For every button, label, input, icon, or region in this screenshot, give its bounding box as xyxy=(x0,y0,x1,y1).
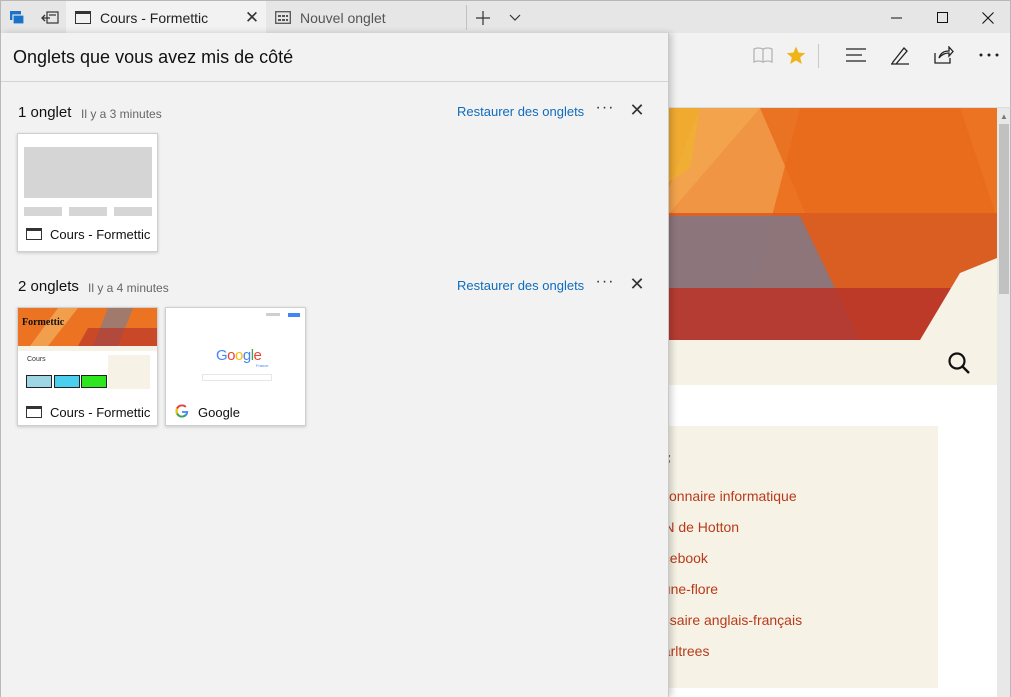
thumbnail-placeholder xyxy=(24,147,152,198)
thumbnail-placeholder xyxy=(114,207,152,216)
tab-card-title: Google xyxy=(198,404,240,420)
thumbnail-sidebar xyxy=(108,355,150,389)
tab-card-title: Cours - Formettic xyxy=(50,226,151,242)
set-aside-tabs-icon[interactable] xyxy=(33,1,66,34)
minimize-icon[interactable] xyxy=(873,1,919,34)
tabs-set-aside-panel: Onglets que vous avez mis de côté 1 ongl… xyxy=(0,33,669,697)
tab-divider xyxy=(466,5,467,30)
share-icon[interactable] xyxy=(922,33,966,77)
tab-card[interactable]: Formettic Cours Cours - Formettic xyxy=(17,307,158,426)
tab-preview-chevron-down-icon[interactable] xyxy=(500,1,530,34)
close-tab-icon[interactable]: ✕ xyxy=(238,1,266,34)
hub-icon[interactable] xyxy=(834,33,878,77)
thumbnail-heading: Cours xyxy=(27,356,46,363)
thumbnail-placeholder xyxy=(69,207,107,216)
tab-nouvel-onglet[interactable]: Nouvel onglet xyxy=(266,1,466,34)
group-more-icon[interactable]: ··· xyxy=(594,273,616,297)
maximize-icon[interactable] xyxy=(919,1,965,34)
thumbnail-logo: Formettic xyxy=(22,317,65,328)
tab-card-title: Cours - Formettic xyxy=(50,404,151,420)
group-time: Il y a 4 minutes xyxy=(88,281,169,295)
scroll-thumb[interactable] xyxy=(999,124,1009,294)
thumbnail-banner: Formettic xyxy=(18,308,157,346)
thumbnail-menu xyxy=(18,346,157,351)
tabs-aside-icon[interactable] xyxy=(1,1,33,34)
group-time: Il y a 3 minutes xyxy=(81,107,162,121)
tab-card-footer: Cours - Formettic xyxy=(18,221,157,247)
tab-cours-formettic[interactable]: Cours - Formettic ✕ xyxy=(66,1,266,34)
search-icon[interactable] xyxy=(947,351,971,380)
site-link[interactable]: ossaire anglais-français xyxy=(655,612,802,628)
thumbnail-block xyxy=(26,375,52,388)
group-close-icon[interactable]: ✕ xyxy=(626,274,648,298)
scroll-up-arrow-icon[interactable]: ▲ xyxy=(997,110,1011,122)
new-tab-plus-icon[interactable] xyxy=(468,1,498,34)
google-g-icon xyxy=(175,404,189,421)
tab-title: Cours - Formettic xyxy=(100,9,209,26)
thumbnail-search-box xyxy=(202,374,272,381)
tab-card-footer: Google xyxy=(166,399,305,425)
title-bar: Cours - Formettic ✕ Nouvel onglet xyxy=(0,0,1011,34)
thumbnail-block xyxy=(81,375,107,388)
close-window-icon[interactable] xyxy=(965,1,1011,34)
panel-header: Onglets que vous avez mis de côté xyxy=(1,33,668,82)
group-close-icon[interactable]: ✕ xyxy=(626,100,648,124)
site-link[interactable]: ctionnaire informatique xyxy=(655,488,797,504)
restore-tabs-link[interactable]: Restaurer des onglets xyxy=(457,278,584,293)
web-note-pen-icon[interactable] xyxy=(878,33,922,77)
thumbnail-toplink xyxy=(266,313,280,316)
toolbar-divider xyxy=(818,44,819,68)
tab-card[interactable]: Cours - Formettic xyxy=(17,133,158,252)
group-more-icon[interactable]: ··· xyxy=(594,99,616,123)
page-icon xyxy=(26,406,42,418)
restore-tabs-link[interactable]: Restaurer des onglets xyxy=(457,104,584,119)
new-tab-page-icon xyxy=(275,11,291,24)
group-count: 1 onglet xyxy=(18,104,72,121)
thumbnail-block xyxy=(54,375,80,388)
page-scrollbar[interactable]: ▲ xyxy=(997,108,1011,697)
group-count: 2 onglets xyxy=(18,278,79,295)
thumbnail-google-sub: France xyxy=(256,363,269,368)
page-icon xyxy=(75,11,91,24)
thumbnail-signin xyxy=(288,313,300,317)
more-icon[interactable] xyxy=(967,33,1011,77)
tab-card-footer: Cours - Formettic xyxy=(18,399,157,425)
tab-card[interactable]: Google France Google xyxy=(165,307,306,426)
thumbnail-placeholder xyxy=(24,207,62,216)
tab-group-1-header: 1 onglet Il y a 3 minutes Restaurer des … xyxy=(18,99,658,126)
favorite-star-icon[interactable] xyxy=(774,33,818,77)
thumbnail-google-logo: Google xyxy=(216,347,262,364)
panel-title: Onglets que vous avez mis de côté xyxy=(13,47,294,67)
tab-title: Nouvel onglet xyxy=(300,9,386,26)
page-icon xyxy=(26,228,42,240)
tab-group-2-header: 2 onglets Il y a 4 minutes Restaurer des… xyxy=(18,273,658,300)
